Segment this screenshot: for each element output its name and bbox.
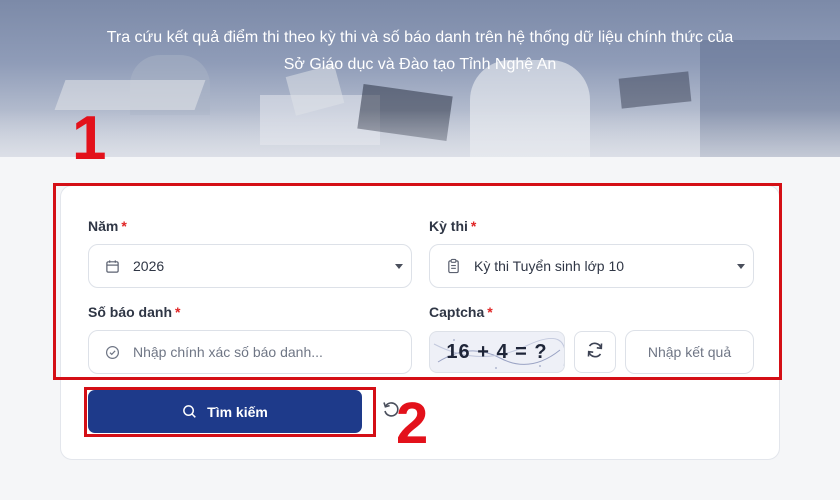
annotation-box-search — [84, 387, 376, 437]
annotation-step-2: 2 — [396, 391, 429, 456]
hero-subtitle-line1: Tra cứu kết quả điểm thi theo kỳ thi và … — [106, 29, 734, 46]
annotation-step-1: 1 — [72, 104, 107, 173]
hero-banner: Tra cứu kết quả điểm thi theo kỳ thi và … — [0, 0, 840, 157]
hero-subtitle: Tra cứu kết quả điểm thi theo kỳ thi và … — [0, 24, 840, 78]
hero-subtitle-line2: Sở Giáo dục và Đào tạo Tỉnh Nghệ An — [283, 56, 557, 73]
annotation-box-form — [53, 183, 782, 380]
